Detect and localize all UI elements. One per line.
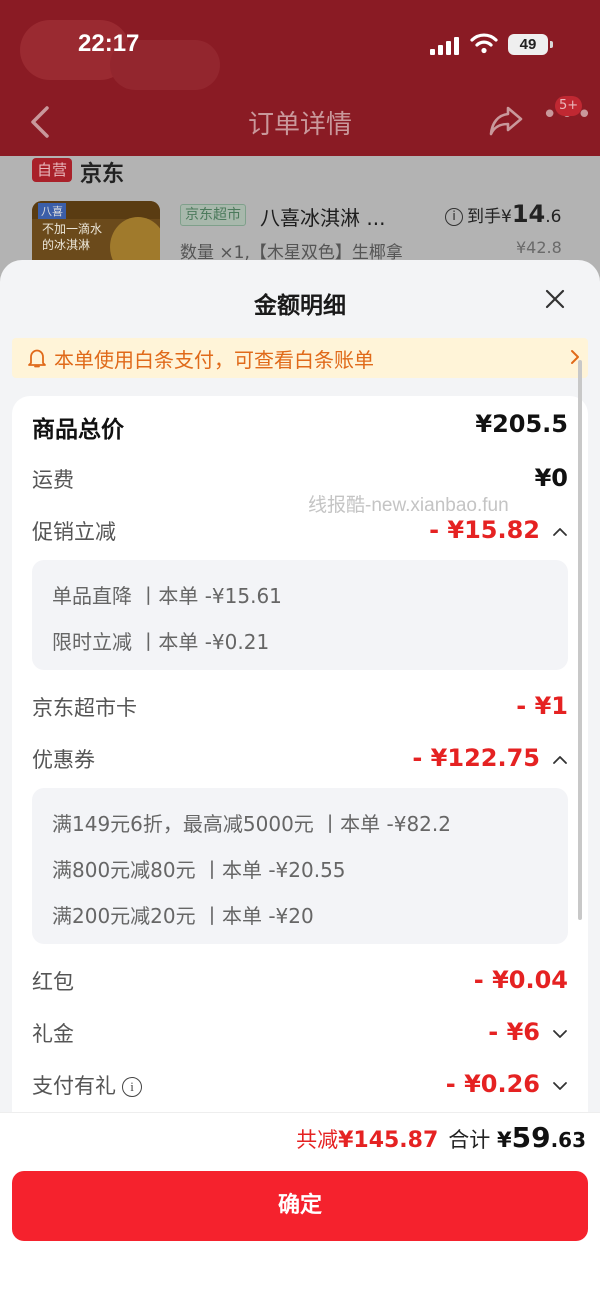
total-integer: 59	[511, 1121, 551, 1154]
total-price-value: ¥205.5	[475, 410, 568, 438]
row-pay-gift[interactable]: 支付有礼 i - ¥0.26	[32, 1070, 568, 1106]
pay-gift-label-wrap: 支付有礼 i	[32, 1070, 142, 1100]
notification-badge: 5+	[555, 96, 583, 116]
coupon-value: - ¥122.75	[412, 744, 540, 772]
close-icon[interactable]	[540, 284, 570, 314]
discount-label: 共减	[296, 1128, 339, 1152]
shipping-value: ¥0	[534, 464, 568, 492]
row-shipping: 运费 ¥0	[32, 464, 568, 500]
promo-detail-line: 单品直降 丨本单 -¥15.61	[52, 584, 282, 608]
promo-details: 单品直降 丨本单 -¥15.61 限时立减 丨本单 -¥0.21	[32, 560, 568, 670]
total-summary: 共减¥145.87 合计 ¥59.63	[296, 1121, 586, 1154]
coupon-detail-line: 满200元减20元 丨本单 -¥20	[52, 904, 314, 928]
chevron-up-icon[interactable]	[552, 524, 568, 540]
total-label: 合计	[448, 1128, 491, 1152]
status-bar: 22:17 49	[0, 0, 600, 90]
discount-summary: 共减¥145.87	[296, 1128, 439, 1153]
promo-label: 促销立减	[32, 520, 116, 544]
footer-bar: 共减¥145.87 合计 ¥59.63 确定	[0, 1112, 600, 1300]
navigation-bar: 订单详情 ••• 5+	[0, 90, 600, 156]
product-original-price: ¥42.8	[516, 238, 562, 257]
pay-gift-label: 支付有礼	[32, 1074, 116, 1098]
shipping-label: 运费	[32, 468, 74, 492]
row-red-packet: 红包 - ¥0.04	[32, 966, 568, 1002]
product-title[interactable]: 八喜冰淇淋 ...	[260, 202, 385, 231]
order-product-card: 自营 京东 八喜 不加一滴水的冰淇淋 京东超市 八喜冰淇淋 ... 数量 ×1,…	[0, 156, 600, 281]
price-symbol: ¥	[501, 207, 512, 227]
info-icon[interactable]: i	[445, 208, 463, 226]
notice-text: 本单使用白条支付，可查看白条账单	[54, 348, 374, 372]
row-gift[interactable]: 礼金 - ¥6	[32, 1018, 568, 1054]
product-image-brand: 八喜	[38, 203, 66, 219]
status-time: 22:17	[78, 30, 140, 57]
price-decimal: .6	[545, 207, 562, 227]
coupon-detail-line: 满149元6折，最高减5000元 丨本单 -¥82.2	[52, 812, 451, 836]
total-value: ¥59.63	[496, 1121, 586, 1154]
scrollbar[interactable]	[578, 360, 582, 920]
info-icon[interactable]: i	[122, 1077, 142, 1097]
store-name[interactable]: 京东	[80, 156, 124, 188]
gift-label: 礼金	[32, 1022, 74, 1046]
row-jd-card: 京东超市卡 - ¥1	[32, 692, 568, 728]
promo-value: - ¥15.82	[429, 516, 540, 544]
total-decimal: .63	[550, 1128, 586, 1152]
jd-card-label: 京东超市卡	[32, 696, 137, 720]
red-packet-value: - ¥0.04	[473, 966, 568, 994]
chevron-up-icon[interactable]	[552, 752, 568, 768]
confirm-button[interactable]: 确定	[12, 1171, 588, 1241]
share-icon[interactable]	[488, 104, 524, 138]
store-tag: 自营	[32, 158, 73, 182]
discount-value: ¥145.87	[338, 1128, 439, 1153]
price-integer: 14	[511, 200, 546, 228]
row-coupon[interactable]: 优惠券 - ¥122.75	[32, 744, 568, 780]
jd-card-value: - ¥1	[516, 692, 568, 720]
battery-icon: 49	[508, 34, 553, 55]
wifi-icon	[470, 33, 498, 54]
baitiao-notice[interactable]: 本单使用白条支付，可查看白条账单	[12, 338, 588, 378]
price-prefix: 到手	[467, 207, 501, 227]
chevron-down-icon[interactable]	[552, 1078, 568, 1094]
bell-icon	[28, 349, 46, 368]
promo-detail-line: 限时立减 丨本单 -¥0.21	[52, 630, 270, 654]
coupon-label: 优惠券	[32, 748, 95, 772]
gift-value: - ¥6	[488, 1018, 540, 1046]
product-image-text: 不加一滴水的冰淇淋	[42, 222, 103, 252]
total-price-label: 商品总价	[32, 417, 124, 443]
sheet-title: 金额明细	[254, 293, 346, 319]
row-promo[interactable]: 促销立减 - ¥15.82	[32, 516, 568, 552]
coupon-details: 满149元6折，最高减5000元 丨本单 -¥82.2 满800元减80元 丨本…	[32, 788, 568, 944]
coupon-detail-line: 满800元减80元 丨本单 -¥20.55	[52, 858, 346, 882]
total-symbol: ¥	[496, 1128, 512, 1152]
pay-gift-value: - ¥0.26	[445, 1070, 540, 1098]
red-packet-label: 红包	[32, 970, 74, 994]
signal-icon	[430, 35, 462, 55]
market-tag: 京东超市	[180, 204, 246, 226]
row-total-price: 商品总价 ¥205.5	[32, 410, 568, 446]
product-price: i 到手¥14.6	[445, 200, 561, 228]
chevron-down-icon[interactable]	[552, 1026, 568, 1042]
